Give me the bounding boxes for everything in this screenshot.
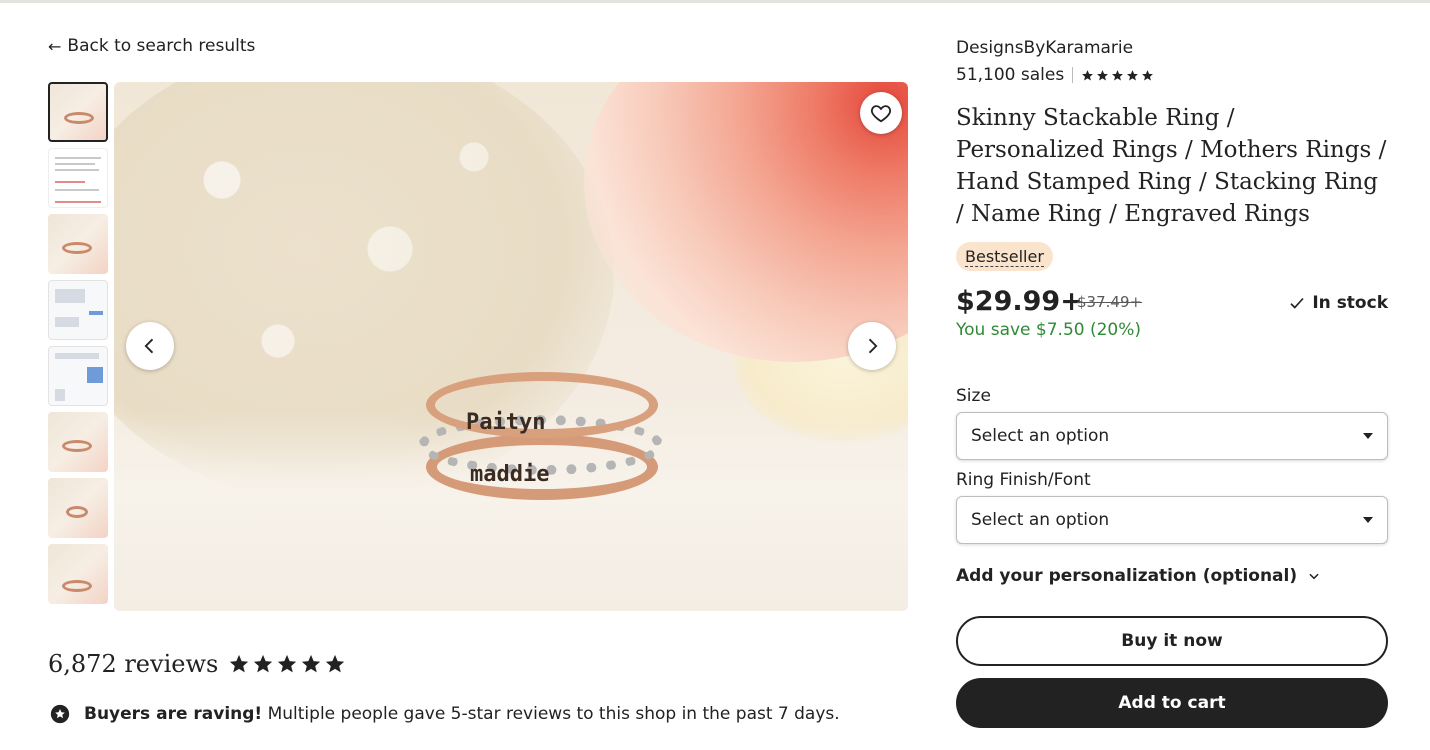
- star-icon: [1112, 69, 1124, 80]
- top-divider: [0, 0, 1430, 3]
- stock-status: In stock: [1288, 293, 1388, 313]
- product-title: Skinny Stackable Ring / Personalized Rin…: [956, 105, 1387, 227]
- finish-label: Ring Finish/Font: [956, 470, 1091, 490]
- main-product-image: Paityn maddie: [114, 82, 908, 611]
- next-image-button[interactable]: [848, 322, 896, 370]
- star-icon: [1082, 69, 1094, 80]
- buyers-raving-notice: Buyers are raving! Multiple people gave …: [50, 704, 840, 724]
- reviews-summary: 6,872 reviews: [48, 650, 346, 678]
- size-select-value: Select an option: [971, 426, 1110, 446]
- raving-text: Multiple people gave 5-star reviews to t…: [267, 704, 840, 724]
- buy-it-now-button[interactable]: Buy it now: [956, 616, 1388, 666]
- chevron-left-icon: [144, 338, 154, 354]
- star-icon: [1142, 69, 1154, 80]
- savings-text: You save $7.50 (20%): [956, 320, 1142, 340]
- reviews-count: 6,872 reviews: [48, 650, 219, 678]
- bestseller-badge[interactable]: Bestseller: [956, 242, 1053, 271]
- thumbnail-5[interactable]: [48, 346, 108, 406]
- shop-sales: 51,100 sales: [956, 65, 1065, 85]
- star-icon: [230, 654, 249, 673]
- thumbnail-8[interactable]: [48, 544, 108, 604]
- current-price: $29.99+: [956, 286, 1083, 317]
- shop-star-rating[interactable]: [1081, 69, 1154, 82]
- finish-select-value: Select an option: [971, 510, 1110, 530]
- original-price: $37.49+: [1077, 293, 1143, 311]
- chevron-down-icon: [1309, 573, 1319, 580]
- reviews-star-rating: [228, 653, 346, 675]
- star-icon: [326, 654, 345, 673]
- shop-name-link[interactable]: DesignsByKaramarie: [956, 38, 1133, 58]
- thumbnail-7[interactable]: [48, 478, 108, 538]
- heart-icon: [870, 105, 892, 123]
- thumbnail-1[interactable]: [48, 82, 108, 142]
- size-label: Size: [956, 386, 991, 406]
- add-to-cart-button[interactable]: Add to cart: [956, 678, 1388, 728]
- arrow-left-icon: ←: [48, 36, 62, 56]
- previous-image-button[interactable]: [126, 322, 174, 370]
- star-badge-icon: [50, 704, 70, 724]
- back-link-label: Back to search results: [67, 36, 256, 56]
- thumbnail-strip: [48, 82, 108, 610]
- personalization-toggle[interactable]: Add your personalization (optional): [956, 566, 1321, 586]
- favorite-button[interactable]: [860, 92, 902, 134]
- star-icon: [254, 654, 273, 673]
- thumbnail-2[interactable]: [48, 148, 108, 208]
- thumbnail-4[interactable]: [48, 280, 108, 340]
- stock-label: In stock: [1312, 293, 1388, 313]
- pink-rose: [584, 82, 908, 362]
- divider: [1072, 67, 1074, 83]
- star-icon: [1127, 69, 1139, 80]
- raving-bold-text: Buyers are raving!: [84, 704, 263, 724]
- star-icon: [1097, 69, 1109, 80]
- caret-down-icon: [1363, 433, 1373, 439]
- thumbnail-3[interactable]: [48, 214, 108, 274]
- checkmark-icon: [1290, 297, 1304, 309]
- star-icon: [302, 654, 321, 673]
- thumbnail-6[interactable]: [48, 412, 108, 472]
- back-to-search-link[interactable]: ← Back to search results: [48, 36, 255, 56]
- size-select[interactable]: Select an option: [956, 412, 1388, 460]
- badge-label: Bestseller: [965, 246, 1044, 267]
- personalization-label: Add your personalization (optional): [956, 566, 1298, 586]
- finish-select[interactable]: Select an option: [956, 496, 1388, 544]
- chevron-right-icon: [868, 338, 878, 354]
- shop-sales-row: 51,100 sales: [956, 65, 1154, 85]
- star-icon: [278, 654, 297, 673]
- engraving-bottom: maddie: [470, 462, 550, 487]
- engraving-top: Paityn: [466, 410, 546, 435]
- caret-down-icon: [1363, 517, 1373, 523]
